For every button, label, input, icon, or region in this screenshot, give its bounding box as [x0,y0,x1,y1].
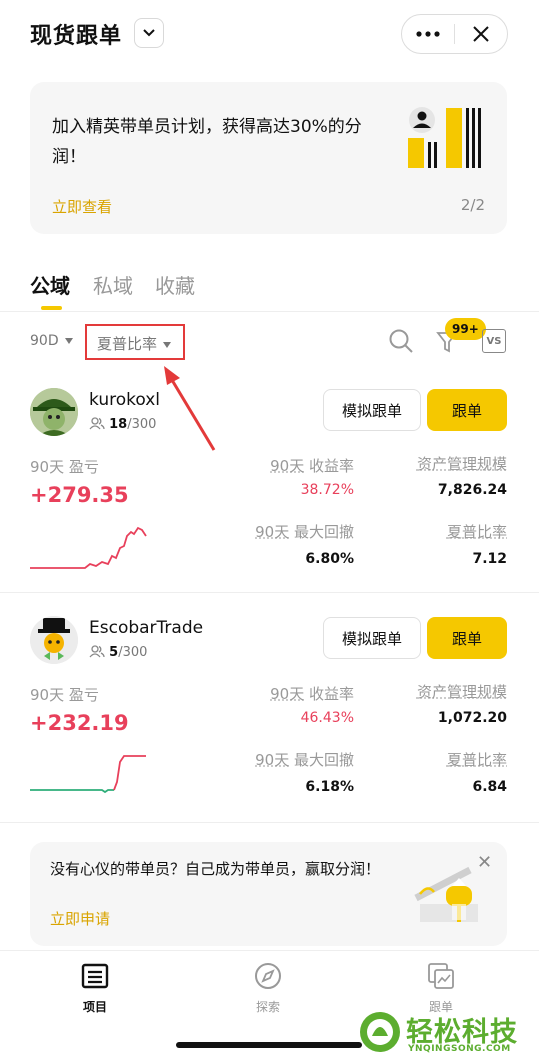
filter-count-badge: 99+ [445,318,486,340]
sort-filter-label: 夏普比率 [97,335,158,353]
follower-count: 5/300 [89,645,147,660]
copy-trade-button[interactable]: 跟单 [427,389,507,431]
more-button[interactable] [402,15,454,53]
compare-icon[interactable]: VS [482,329,506,353]
tab-favorites[interactable]: 收藏 [155,270,195,299]
banner-text: 加入精英带单员计划，获得高达30%的分润！ [52,117,362,167]
trader-card[interactable]: kurokoxl 18/300 模拟跟单 跟单 90天 盈亏 +279.35 9… [0,372,539,600]
promo-text: 没有心仪的带单员？自己成为带单员，赢取分润！ [50,860,381,878]
banner-link[interactable]: 立即查看 [52,196,112,217]
tab-private[interactable]: 私域 [93,270,133,299]
sharpe-label: 夏普比率 [447,749,507,770]
card-divider [0,592,539,593]
caret-down-icon [64,338,73,344]
simulate-copy-button[interactable]: 模拟跟单 [323,389,421,431]
roi-period: 90天 [270,685,305,703]
pnl-sparkline [30,526,147,569]
roi-period: 90天 [270,457,305,475]
sharpe-value: 6.84 [472,779,507,795]
sharpe-label: 夏普比率 [447,521,507,542]
compass-icon[interactable] [254,962,282,990]
simulate-copy-button[interactable]: 模拟跟单 [323,617,421,659]
follower-current: 18 [109,417,128,432]
close-icon [473,26,489,42]
mdd-period: 90天 [255,523,290,541]
mdd-value: 6.80% [305,551,354,567]
active-tab-indicator [41,306,62,310]
period-filter[interactable]: 90D [30,333,73,349]
page-title: 现货跟单 [30,24,123,49]
trader-name[interactable]: EscobarTrade [89,618,203,638]
banner-page-indicator: 2/2 [460,196,485,214]
mdd-period: 90天 [255,751,290,769]
home-indicator[interactable] [176,1042,362,1048]
apply-link[interactable]: 立即申请 [50,908,110,929]
nav-item-projects[interactable]: 项目 [65,998,125,1015]
projects-icon[interactable] [81,962,109,990]
elite-trader-illustration-icon [408,107,481,168]
mini-program-capsule [401,14,508,54]
mdd-label: 90天 最大回撤 [255,521,354,542]
caret-down-icon [163,341,172,348]
mdd-label: 90天 最大回撤 [255,749,354,770]
aum-value: 7,826.24 [437,482,507,498]
pnl-value: +279.35 [30,483,129,507]
tab-public[interactable]: 公域 [30,270,70,299]
card-divider [0,822,539,823]
watermark-subtext: YNQINGSONG.COM [408,1044,511,1054]
trader-name[interactable]: kurokoxl [89,390,160,410]
pnl-label: 90天 盈亏 [30,686,99,704]
mdd-value: 6.18% [305,779,354,795]
aum-label: 资产管理规模 [417,681,507,702]
chevron-down-icon [143,29,155,37]
users-icon [89,417,105,430]
pnl-label: 90天 盈亏 [30,458,99,476]
close-button[interactable] [455,15,507,53]
sharpe-title: 夏普比率 [446,751,507,769]
roi-value: 46.43% [300,710,354,726]
follower-max: /300 [127,417,157,432]
copy-trade-chart-icon[interactable] [427,962,455,990]
sharpe-value: 7.12 [472,551,507,567]
aum-label: 资产管理规模 [417,453,507,474]
roi-title: 收益率 [308,685,354,703]
title-dropdown-button[interactable] [134,18,164,48]
pnl-sparkline [30,755,146,794]
avatar [30,388,78,436]
mdd-title: 最大回撤 [293,751,354,769]
trader-card[interactable]: EscobarTrade 5/300 模拟跟单 跟单 90天 盈亏 +232.1… [0,600,539,828]
period-filter-label: 90D [30,333,59,349]
aum-title: 资产管理规模 [416,683,507,701]
users-icon [89,645,105,658]
follower-max: /300 [118,645,148,660]
mdd-title: 最大回撤 [293,523,354,541]
pnl-value: +232.19 [30,711,129,735]
roi-label: 90天 收益率 [270,683,354,704]
follower-count: 18/300 [89,417,156,432]
sharpe-title: 夏普比率 [446,523,507,541]
aum-value: 1,072.20 [437,710,507,726]
close-icon[interactable]: ✕ [477,852,492,873]
roi-label: 90天 收益率 [270,455,354,476]
promo-banner[interactable]: 加入精英带单员计划，获得高达30%的分润！ 立即查看 2/2 [30,82,507,234]
aum-title: 资产管理规模 [416,455,507,473]
avatar [30,616,78,664]
more-dots-icon [416,31,440,37]
gift-illustration-icon [414,866,478,922]
tab-divider [0,311,539,312]
roi-title: 收益率 [308,457,354,475]
copy-trade-button[interactable]: 跟单 [427,617,507,659]
roi-value: 38.72% [300,482,354,498]
search-icon[interactable] [388,328,414,354]
become-trader-promo[interactable]: 没有心仪的带单员？自己成为带单员，赢取分润！ 立即申请 ✕ [30,842,507,946]
nav-item-explore[interactable]: 探索 [238,998,298,1015]
follower-current: 5 [109,645,119,660]
